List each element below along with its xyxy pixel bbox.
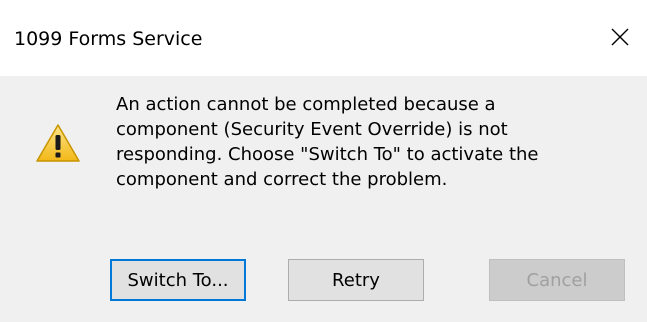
warning-icon — [36, 124, 80, 162]
title-bar: 1099 Forms Service — [0, 0, 647, 76]
close-icon — [611, 28, 629, 46]
message-line: An action cannot be completed because a — [116, 94, 496, 115]
close-button[interactable] — [601, 18, 639, 56]
switch-to-button[interactable]: Switch To... — [110, 259, 246, 301]
cancel-button: Cancel — [489, 259, 625, 301]
message-text: An action cannot be completed because a … — [116, 92, 616, 192]
message-line: component and correct the problem. — [116, 169, 448, 190]
window-title: 1099 Forms Service — [14, 28, 203, 50]
message-line: component (Security Event Override) is n… — [116, 119, 508, 140]
retry-button[interactable]: Retry — [288, 259, 424, 301]
message-line: responding. Choose "Switch To" to activa… — [116, 144, 539, 165]
dialog-window: 1099 Forms Service An action cannot be c… — [0, 0, 647, 322]
